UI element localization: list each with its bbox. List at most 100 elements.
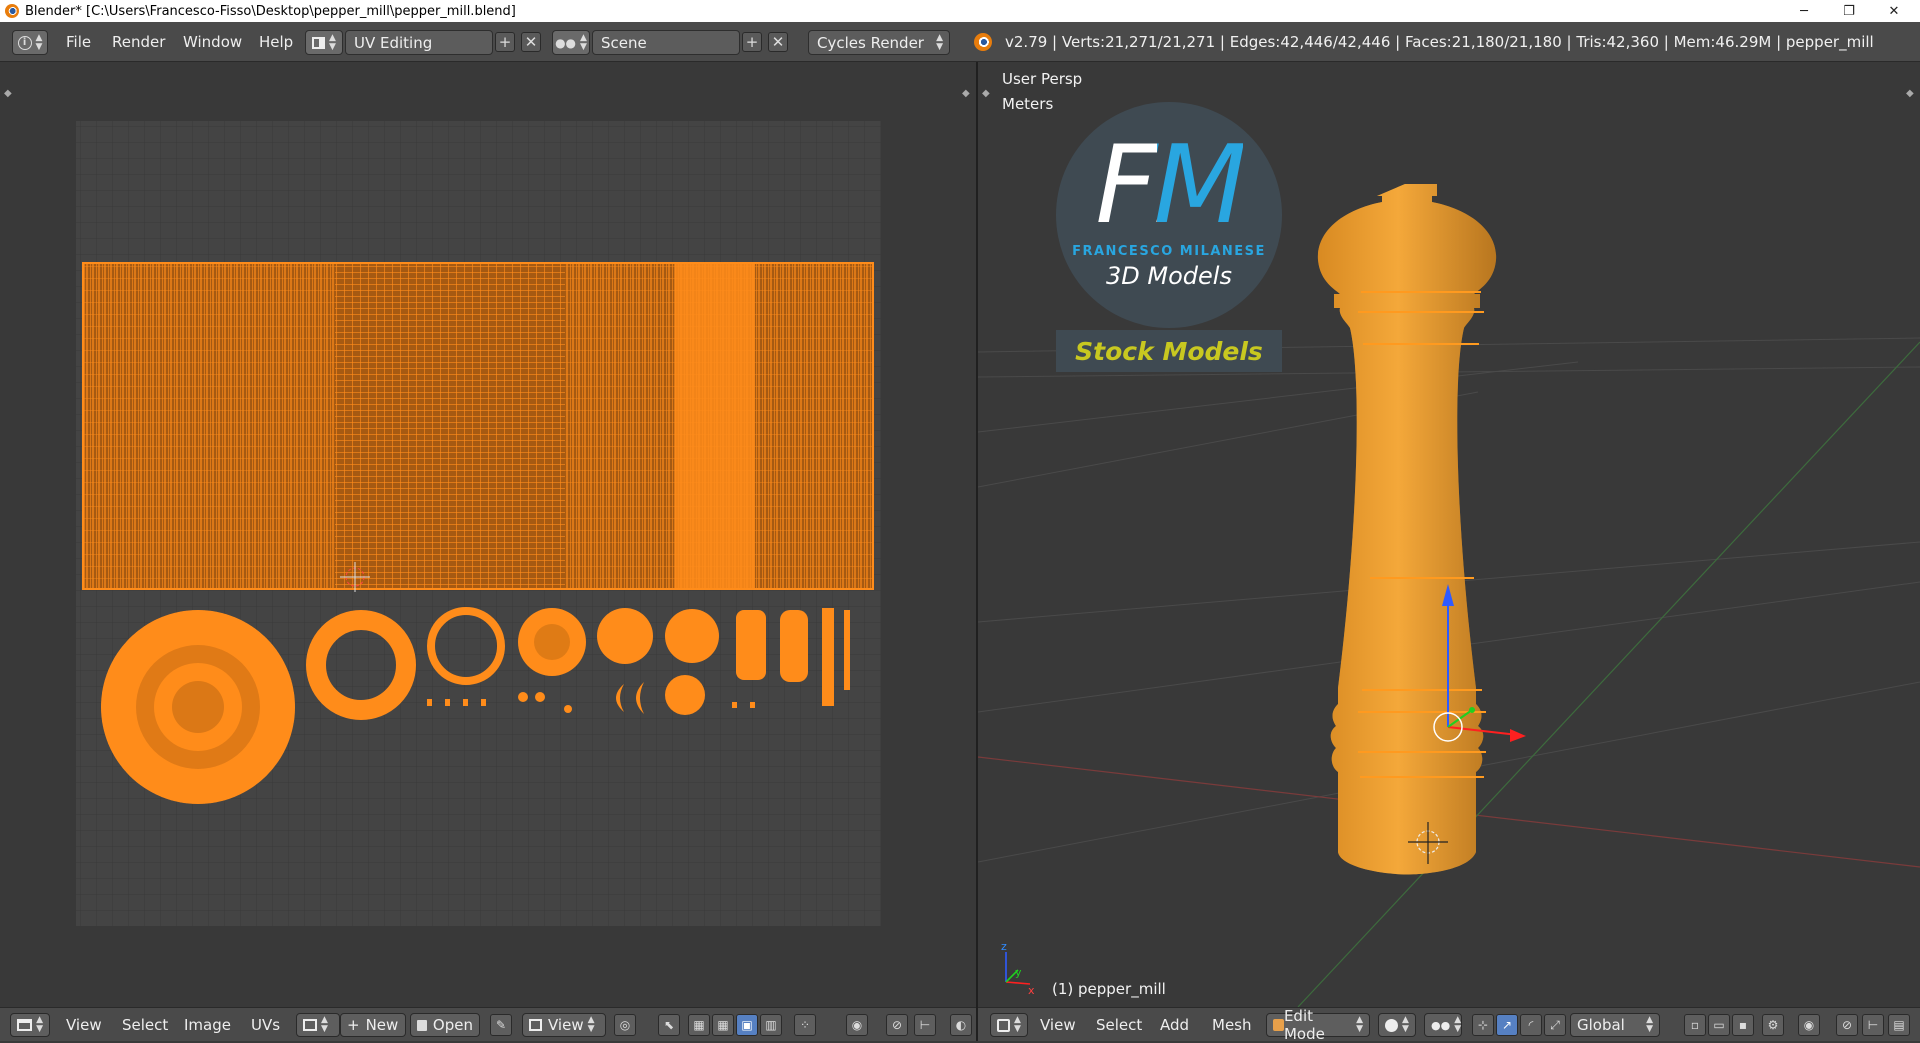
add-scene-button[interactable]: + (742, 32, 762, 52)
image-channel-button[interactable]: ◐ (950, 1014, 972, 1036)
translate-manipulator-button[interactable]: ↗ (1496, 1014, 1518, 1036)
transform-orientation-dropdown[interactable]: Global ▲ ▼ (1570, 1013, 1660, 1037)
scale-icon: ⤢ (1550, 1017, 1560, 1032)
view3d-menu-mesh[interactable]: Mesh (1212, 1016, 1252, 1034)
new-image-button[interactable]: + New (340, 1013, 406, 1037)
view3d-menu-view[interactable]: View (1040, 1016, 1076, 1034)
close-button[interactable]: ✕ (1872, 0, 1916, 22)
manipulator-icon: ⊹ (1477, 1018, 1489, 1032)
cursor-arrow-icon: ⬉ (663, 1018, 675, 1032)
image-mode-dropdown[interactable]: View ▲ ▼ (522, 1013, 606, 1037)
scale-manipulator-button[interactable]: ⤢ (1544, 1014, 1566, 1036)
uv-vertex-select-button[interactable]: ▦ (688, 1014, 710, 1036)
svg-text:x: x (1028, 984, 1035, 997)
updown-arrows-icon: ▲ ▼ (321, 1015, 328, 1034)
3d-view-header: ▲ ▼ View Select Add Mesh Edit Mode ▲ ▼ ▲ ▼ … (978, 1007, 1920, 1043)
vertex-mode-icon: ▫ (1690, 1018, 1700, 1032)
snap-toggle-button[interactable]: ⊘ (886, 1014, 908, 1036)
uv-menu-select[interactable]: Select (122, 1016, 168, 1034)
screen-layout-selector[interactable]: ▲ ▼ (305, 30, 343, 55)
snap-element-button-3d[interactable]: ⊢ (1862, 1014, 1884, 1036)
scene-field[interactable]: Scene (592, 30, 740, 55)
editor-type-info-button[interactable]: i ▲ ▼ (12, 30, 48, 55)
pepper-mill-mesh (1317, 184, 1497, 875)
delete-screen-button[interactable]: ✕ (521, 32, 541, 52)
sticky-selection-button[interactable]: ⁘ (794, 1014, 816, 1036)
vertex-select-mode-button[interactable]: ▫ (1684, 1014, 1706, 1036)
rotate-icon: ◜ (1528, 1018, 1534, 1032)
scene-selector[interactable]: ●● ▲ ▼ (552, 30, 590, 55)
updown-arrows-icon: ▲ ▼ (1454, 1015, 1462, 1034)
uv-canvas[interactable] (0, 62, 976, 1007)
manipulator-toggle-button[interactable]: ⊹ (1472, 1014, 1494, 1036)
uv-edge-select-button[interactable]: ▦ (712, 1014, 734, 1036)
fm-company: FRANCESCO MILANESE (1072, 244, 1266, 259)
layers-button[interactable]: ▤ (1888, 1014, 1910, 1036)
rotate-manipulator-button[interactable]: ◜ (1520, 1014, 1542, 1036)
delete-scene-button[interactable]: ✕ (768, 32, 788, 52)
editor-type-button[interactable]: ▲ ▼ (10, 1013, 50, 1037)
maximize-button[interactable]: ❐ (1827, 0, 1871, 22)
island-select-icon: ▥ (765, 1018, 777, 1032)
face-select-mode-button[interactable]: ▪ (1732, 1014, 1754, 1036)
snap-element-button[interactable]: ⊢ (914, 1014, 936, 1036)
view3d-menu-select[interactable]: Select (1096, 1016, 1142, 1034)
solid-shading-icon (1385, 1018, 1398, 1032)
active-object-label: (1) pepper_mill (1052, 980, 1166, 998)
pin-image-button[interactable]: ✎ (490, 1014, 512, 1036)
snap-increment-icon: ⊢ (1867, 1018, 1879, 1032)
3d-viewport[interactable]: z y x ◆ ◆ User Persp Meters FM FRANCESCO… (978, 62, 1920, 1007)
menu-window[interactable]: Window (183, 33, 242, 51)
plus-icon: + (347, 1016, 360, 1034)
view3d-menu-add[interactable]: Add (1160, 1016, 1189, 1034)
area-corner-icon[interactable]: ◆ (1906, 88, 1914, 99)
view-mode-icon (529, 1019, 542, 1031)
snap-button[interactable]: ⊘ (1836, 1014, 1858, 1036)
editor-type-3d-button[interactable]: ▲ ▼ (990, 1013, 1028, 1037)
layers-icon: ▤ (1893, 1018, 1905, 1032)
stock-models-label: Stock Models (1075, 336, 1263, 366)
edge-select-mode-button[interactable]: ▭ (1708, 1014, 1730, 1036)
fm-tagline: 3D Models (1106, 262, 1232, 290)
orientation-label: Global (1577, 1016, 1625, 1034)
mode-label: Edit Mode (1283, 1007, 1325, 1043)
edge-select-icon: ▦ (717, 1018, 729, 1032)
area-corner-icon[interactable]: ◆ (982, 88, 990, 99)
uv-menu-uvs[interactable]: UVs (251, 1016, 280, 1034)
pivot-button[interactable]: ◎ (614, 1014, 636, 1036)
mode-dropdown[interactable]: Edit Mode ▲ ▼ (1266, 1007, 1370, 1043)
menu-file[interactable]: File (66, 33, 91, 51)
screen-layout-field[interactable]: UV Editing (345, 30, 493, 55)
uv-menu-view[interactable]: View (66, 1016, 102, 1034)
image-browse-button[interactable]: ▲ ▼ (296, 1013, 340, 1037)
sync-selection-button[interactable]: ⬉ (658, 1014, 680, 1036)
folder-icon (417, 1019, 427, 1031)
scene-icon: ●● (555, 35, 577, 50)
open-image-button[interactable]: Open (410, 1013, 480, 1037)
add-screen-button[interactable]: + (495, 32, 515, 52)
updown-arrows-icon: ▲ ▼ (1402, 1015, 1409, 1034)
minimize-button[interactable]: ─ (1782, 0, 1826, 22)
uv-menu-image[interactable]: Image (184, 1016, 231, 1034)
updown-arrows-icon: ▲ ▼ (35, 32, 43, 52)
edit-mode-icon (1273, 1019, 1284, 1031)
proportional-editing-button[interactable]: ◉ (1798, 1014, 1820, 1036)
fm-logo: FM FRANCESCO MILANESE 3D Models (1056, 102, 1282, 328)
view-name-label: User Persp (1002, 70, 1083, 88)
limit-selection-button[interactable]: ⚙ (1762, 1014, 1784, 1036)
uv-face-select-button[interactable]: ▣ (736, 1014, 758, 1036)
uv-image-editor[interactable]: ◆ ◆ (0, 62, 976, 1007)
pivot-icon: ◎ (619, 1018, 631, 1032)
updown-arrows-icon: ▲ ▼ (1014, 1015, 1021, 1034)
menu-render[interactable]: Render (112, 33, 165, 51)
blender-logo-icon (974, 33, 992, 51)
x-icon: ✕ (771, 33, 785, 51)
viewport-shading-dropdown[interactable]: ▲ ▼ (1378, 1013, 1416, 1037)
proportional-edit-button[interactable]: ◉ (846, 1014, 868, 1036)
render-engine-dropdown[interactable]: Cycles Render ▲ ▼ (808, 30, 950, 55)
menu-help[interactable]: Help (259, 33, 293, 51)
svg-text:z: z (1001, 940, 1007, 953)
pivot-point-dropdown[interactable]: ●● ▲ ▼ (1424, 1013, 1462, 1037)
pivot-point-icon: ●● (1431, 1018, 1451, 1032)
uv-island-select-button[interactable]: ▥ (760, 1014, 782, 1036)
